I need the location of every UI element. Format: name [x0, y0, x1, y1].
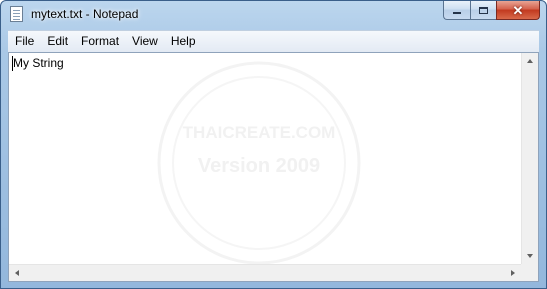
caption-buttons: ✕: [443, 1, 540, 21]
maximize-button[interactable]: [470, 1, 496, 20]
window-title: mytext.txt - Notepad: [31, 7, 139, 21]
watermark-line1: THAICREATE.COM: [183, 123, 336, 142]
scroll-up-icon[interactable]: [527, 59, 533, 63]
menu-edit[interactable]: Edit: [40, 31, 74, 52]
menu-bar: File Edit Format View Help: [8, 30, 539, 52]
scroll-left-icon[interactable]: [15, 270, 19, 276]
notepad-window: mytext.txt - Notepad ✕ File Edit Format …: [0, 0, 547, 289]
watermark-line2: Version 2009: [198, 155, 320, 177]
close-icon: ✕: [512, 2, 524, 18]
vertical-scrollbar[interactable]: [521, 53, 538, 264]
scrollbar-corner: [521, 264, 538, 281]
maximize-icon: [479, 6, 488, 14]
minimize-icon: [453, 12, 461, 14]
close-button[interactable]: ✕: [496, 1, 540, 20]
horizontal-scrollbar[interactable]: [9, 264, 521, 281]
menu-file[interactable]: File: [8, 31, 40, 52]
minimize-button[interactable]: [443, 1, 470, 20]
watermark-seal: THAICREATE.COM Version 2009: [157, 61, 361, 265]
menu-format[interactable]: Format: [74, 31, 125, 52]
title-bar[interactable]: mytext.txt - Notepad ✕: [1, 1, 546, 29]
menu-view[interactable]: View: [125, 31, 164, 52]
notepad-icon[interactable]: [10, 6, 23, 22]
document-text: My String: [13, 56, 64, 70]
menu-help[interactable]: Help: [164, 31, 202, 52]
scroll-down-icon[interactable]: [527, 254, 533, 258]
text-editor-area[interactable]: THAICREATE.COM Version 2009 My String: [8, 52, 539, 282]
scroll-right-icon[interactable]: [511, 270, 515, 276]
